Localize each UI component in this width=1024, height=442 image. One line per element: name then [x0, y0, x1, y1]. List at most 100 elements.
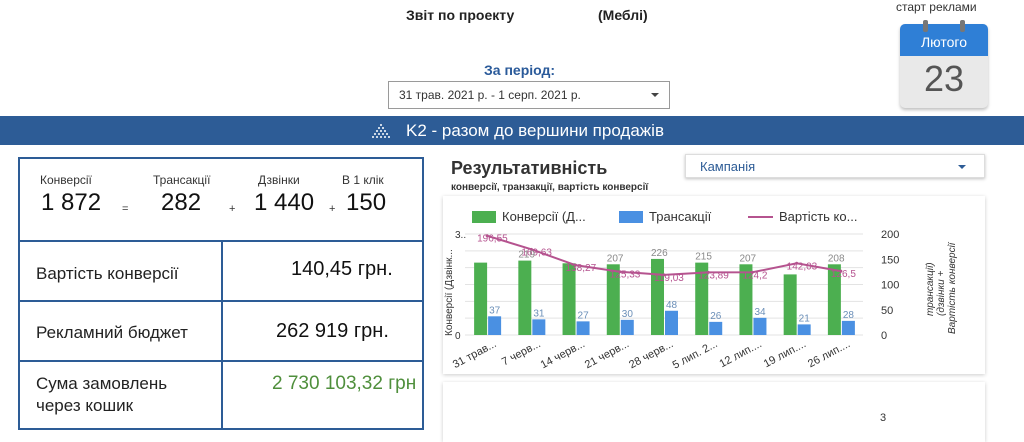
x-axis-tick: 19 лип.... [762, 338, 808, 370]
conversions-data-label: 226 [651, 248, 668, 259]
cost-value: 140,45 грн. [291, 258, 393, 280]
chevron-down-icon [651, 93, 659, 97]
transactions-bar [709, 321, 723, 335]
legend-cost-label: Вартість ко... [779, 209, 857, 224]
transactions-bar [797, 324, 811, 335]
conversions-bar [474, 262, 488, 335]
transactions-data-label: 37 [489, 305, 501, 316]
cost-data-label: 142,03 [787, 261, 818, 272]
legend-conversions-label: Конверсії (Д... [502, 209, 586, 224]
transactions-bar [620, 319, 634, 335]
transactions-data-label: 28 [843, 310, 855, 321]
orders-label-line1: Сума замовлень [36, 374, 168, 393]
right-axis-tick: 0 [881, 330, 887, 342]
conversions-value: 1 872 [41, 189, 102, 216]
conversions-data-label: 207 [739, 253, 756, 264]
orders-label-line2: через кошик [36, 396, 134, 415]
transactions-bar [576, 321, 590, 335]
orders-label-cell: Сума замовлень через кошик [18, 360, 223, 430]
orders-value-cell [221, 360, 424, 430]
cost-value-cell: 140,45 грн. [221, 240, 424, 302]
transactions-data-label: 31 [533, 308, 545, 319]
plus-sign: + [229, 203, 236, 215]
conversions-label: Конверсії [40, 173, 92, 187]
transactions-bar [753, 317, 767, 335]
cost-data-label: 138,27 [566, 263, 597, 274]
transactions-value: 282 [161, 189, 202, 216]
budget-label: Рекламний бюджет [36, 323, 188, 342]
budget-value-cell: 262 919 грн. [221, 300, 424, 362]
left-axis-tick: 3.. [455, 230, 466, 241]
transactions-bar [841, 320, 855, 335]
transactions-bar [532, 319, 546, 335]
period-date-selector[interactable]: 31 трав. 2021 р. - 1 серп. 2021 р. [388, 81, 670, 109]
x-axis-tick: 28 черв... [627, 338, 675, 371]
transactions-data-label: 30 [622, 309, 634, 320]
performance-chart-panel: Конверсії (Д... Трансакції Вартість ко..… [443, 196, 985, 374]
calendar-icon: Лютого 23 [900, 20, 988, 108]
calendar-day: 23 [923, 58, 965, 99]
cost-data-label: 126,5 [831, 269, 856, 280]
budget-label-cell: Рекламний бюджет [18, 300, 223, 362]
legend-conversions-swatch [472, 211, 496, 223]
mountain-logo-icon [372, 124, 390, 138]
conversions-data-label: 208 [828, 253, 845, 264]
period-value: 31 трав. 2021 р. - 1 серп. 2021 р. [399, 88, 581, 102]
x-axis-tick: 26 лип.... [806, 338, 852, 370]
budget-value: 262 919 грн. [276, 320, 389, 342]
calls-value: 1 440 [254, 189, 315, 216]
transactions-data-label: 26 [710, 311, 722, 322]
chevron-down-icon [958, 165, 966, 169]
cost-data-label: 124,2 [742, 270, 767, 281]
x-axis-tick: 31 трав... [451, 338, 499, 371]
transactions-data-label: 48 [666, 300, 678, 311]
calls-label: Дзвінки [258, 173, 300, 187]
banner: K2 - разом до вершини продажів [0, 116, 1024, 145]
right-axis-tick: 150 [881, 254, 899, 266]
left-axis-title: Конверсії (Дзвінк... [444, 249, 455, 336]
calendar-month: Лютого [900, 24, 988, 56]
campaign-dropdown-label: Кампанія [700, 159, 756, 174]
cost-data-label: 123,89 [698, 270, 729, 281]
secondary-axis-tick: 3 [880, 412, 887, 424]
right-axis-tick: 50 [881, 305, 893, 317]
right-axis-title-line3: Вартість конверсії [947, 241, 958, 334]
cost-data-label: 125,33 [610, 270, 641, 281]
report-title-project: (Меблі) [598, 7, 648, 23]
cost-label: Вартість конверсії [36, 264, 179, 283]
right-axis-tick: 200 [881, 229, 899, 241]
cost-data-label: 196,55 [477, 234, 508, 245]
right-axis-title-line2: (дзвінки + [936, 270, 947, 316]
conversions-bar [783, 274, 797, 335]
transactions-data-label: 21 [799, 313, 811, 324]
orders-value: 2 730 103,32 грн [272, 373, 417, 394]
chart-subtitle: конверсії, транзакції, вартість конверсі… [451, 182, 649, 193]
banner-text: K2 - разом до вершини продажів [406, 121, 664, 140]
chart-title: Результативність [451, 158, 608, 178]
x-axis-tick: 5 лип. 2... [671, 338, 720, 372]
conversions-data-label: 207 [607, 253, 624, 264]
legend-transactions-label: Трансакції [649, 209, 712, 224]
campaign-dropdown[interactable]: Кампанія [685, 154, 985, 178]
right-axis-title-line1: трансакції) [925, 262, 936, 316]
transactions-label: Трансакції [153, 173, 211, 187]
transactions-data-label: 34 [754, 307, 766, 318]
legend-transactions-swatch [619, 211, 643, 223]
x-axis-tick: 7 черв... [500, 338, 543, 368]
performance-chart: Конверсії (Д... Трансакції Вартість ко..… [444, 209, 958, 372]
right-axis-tick: 100 [881, 280, 899, 292]
conversions-data-label: 219 [518, 250, 535, 261]
transactions-data-label: 27 [578, 310, 590, 321]
conversions-bar [518, 260, 532, 335]
oneclick-value: 150 [346, 189, 387, 216]
secondary-chart-panel: 3 [443, 382, 985, 442]
x-axis-tick: 12 лип.... [718, 338, 764, 370]
x-axis-tick: 14 черв... [539, 338, 587, 371]
conversions-data-label: 215 [695, 252, 712, 263]
transactions-bar [665, 310, 678, 335]
x-axis-tick: 21 черв... [583, 338, 631, 371]
transactions-bar [488, 316, 502, 335]
left-axis-tick: 0 [455, 331, 461, 342]
oneclick-label: В 1 клік [342, 173, 384, 187]
equals-sign: = [122, 203, 129, 215]
